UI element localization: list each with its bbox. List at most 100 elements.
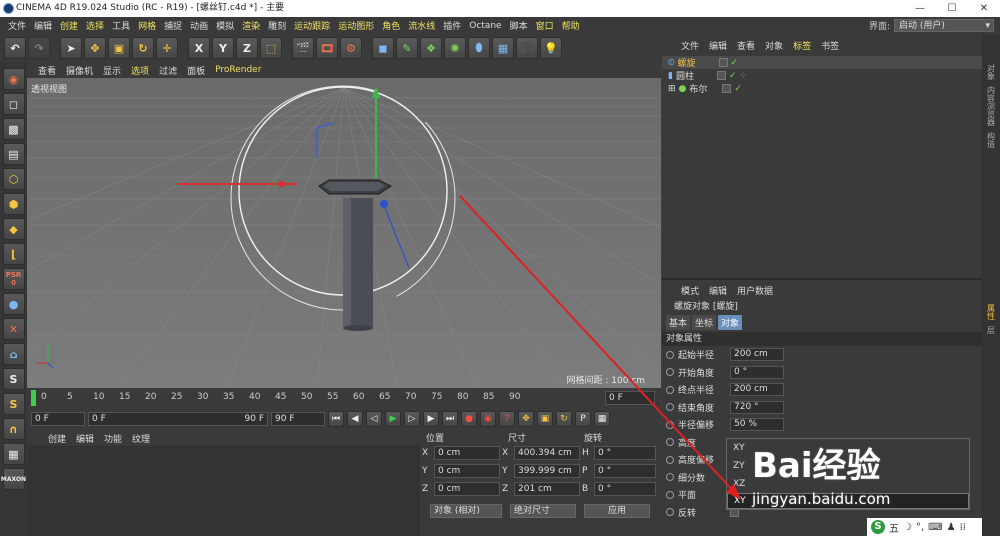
perspective-viewport[interactable]: 透视视图 网格间距 : 100 cm — [27, 78, 661, 388]
size-z-field[interactable]: 201 cm — [514, 482, 580, 496]
pla-key-icon[interactable]: ▦ — [594, 411, 610, 427]
soft-selection-icon[interactable]: ● — [2, 293, 25, 315]
menu-edit[interactable]: 编辑 — [30, 19, 56, 32]
keyframe-radio[interactable] — [666, 385, 674, 394]
light-icon[interactable]: 💡 — [540, 37, 562, 59]
obj-menu-file[interactable]: 文件 — [676, 39, 704, 52]
menu-tools[interactable]: 工具 — [108, 19, 134, 32]
enabled-check-icon[interactable]: ✓ — [729, 71, 737, 81]
menu-pipeline[interactable]: 流水线 — [404, 19, 439, 32]
prev-frame-icon[interactable]: ◁ — [366, 411, 382, 427]
side-tab-content-browser[interactable]: 内容浏览器 — [986, 86, 997, 126]
end-frame-field[interactable]: 90 F — [271, 412, 325, 426]
obj-menu-object[interactable]: 对象 — [760, 39, 788, 52]
menu-animate[interactable]: 动画 — [186, 19, 212, 32]
floor-icon[interactable]: ▦ — [492, 37, 514, 59]
next-frame-icon[interactable]: ▷ — [404, 411, 420, 427]
size-x-field[interactable]: 400.394 cm — [514, 446, 580, 460]
next-key-icon[interactable]: ▶ — [423, 411, 439, 427]
keyframe-radio[interactable] — [666, 455, 674, 464]
vp-menu-camera[interactable]: 摄像机 — [61, 64, 98, 77]
keyframe-radio[interactable] — [666, 403, 674, 412]
attr-menu-mode[interactable]: 模式 — [676, 284, 704, 297]
psr-icon[interactable]: PSR 0 — [2, 268, 25, 290]
mat-menu-function[interactable]: 功能 — [99, 432, 127, 445]
play-icon[interactable]: ▶ — [385, 411, 401, 427]
expand-icon[interactable]: ⊞ — [668, 84, 676, 94]
obj-menu-bookmarks[interactable]: 书签 — [816, 39, 844, 52]
maximize-button[interactable]: ☐ — [936, 0, 968, 17]
coordinate-system-icon[interactable]: ⬚ — [260, 37, 282, 59]
user-icon[interactable]: ♟ — [947, 522, 956, 533]
subdivision-icon[interactable]: ❖ — [420, 37, 442, 59]
start-frame-field[interactable]: 0 F — [31, 412, 85, 426]
keyframe-radio[interactable] — [666, 473, 674, 482]
sogou-icon[interactable]: S — [871, 520, 885, 534]
tag-icon[interactable]: ⁘ — [740, 71, 748, 81]
transform-icon[interactable]: ✛ — [156, 37, 178, 59]
prev-key-icon[interactable]: ◀ — [347, 411, 363, 427]
scale-icon[interactable]: ▣ — [108, 37, 130, 59]
visibility-toggle[interactable] — [722, 84, 732, 93]
punct-icon[interactable]: °, — [916, 522, 924, 533]
y-axis-icon[interactable]: Y — [212, 37, 234, 59]
frame-range-slider[interactable]: 0 F 90 F — [88, 412, 268, 426]
rotate-icon[interactable]: ↻ — [132, 37, 154, 59]
keyframe-radio[interactable] — [666, 490, 674, 499]
points-mode-icon[interactable]: ⬡ — [2, 168, 25, 190]
tab-coord[interactable]: 坐标 — [692, 314, 717, 330]
render-view-icon[interactable]: 🎬 — [292, 37, 314, 59]
keyframe-radio[interactable] — [666, 508, 674, 517]
visibility-toggle[interactable] — [718, 58, 728, 67]
camera-icon[interactable]: 🎥 — [516, 37, 538, 59]
array-icon[interactable]: ✺ — [444, 37, 466, 59]
solo-icon[interactable]: S — [2, 368, 25, 390]
menu-render[interactable]: 渲染 — [238, 19, 264, 32]
size-y-field[interactable]: 399.999 cm — [514, 464, 580, 478]
side-tab-structure[interactable]: 构造 — [986, 132, 997, 148]
side-tab-attributes[interactable]: 属性 — [986, 304, 997, 320]
cube-icon[interactable]: ◼ — [372, 37, 394, 59]
edges-mode-icon[interactable]: ⬢ — [2, 193, 25, 215]
current-frame-field[interactable]: 0 F — [605, 391, 655, 405]
keyframe-selection-icon[interactable]: ? — [499, 411, 515, 427]
grid-icon[interactable]: ▦ — [2, 443, 25, 465]
magnet-icon[interactable]: ∩ — [2, 418, 25, 440]
pen-spline-icon[interactable]: ✎ — [396, 37, 418, 59]
undo-icon[interactable]: ↶ — [4, 37, 26, 59]
menu-mograph[interactable]: 运动图形 — [334, 19, 378, 32]
x-axis-icon[interactable]: X — [188, 37, 210, 59]
menu-mesh[interactable]: 网格 — [134, 19, 160, 32]
keyframe-radio[interactable] — [666, 368, 674, 377]
keyframe-radio[interactable] — [666, 350, 674, 359]
record-icon[interactable]: ● — [461, 411, 477, 427]
enabled-check-icon[interactable]: ✓ — [731, 58, 739, 68]
attr-value-field[interactable]: 200 cm — [730, 348, 784, 362]
object-row-boole[interactable]: ⊞ ● 布尔 ✓ — [662, 82, 982, 96]
rot-p-field[interactable]: 0 ° — [594, 464, 656, 478]
menu-create[interactable]: 创建 — [56, 19, 82, 32]
autokey-icon[interactable]: ◉ — [480, 411, 496, 427]
move-icon[interactable]: ✥ — [84, 37, 106, 59]
enabled-check-icon[interactable]: ✓ — [734, 84, 742, 94]
apply-button[interactable]: 应用 — [584, 504, 650, 518]
s-icon[interactable]: S — [2, 393, 25, 415]
coord-mode-dropdown[interactable]: 对象 (相对) — [430, 504, 502, 518]
rot-h-field[interactable]: 0 ° — [594, 446, 656, 460]
menu-plugins[interactable]: 插件 — [439, 19, 465, 32]
vp-menu-filter[interactable]: 过滤 — [154, 64, 182, 77]
z-axis-icon[interactable]: Z — [236, 37, 258, 59]
deformer-icon[interactable]: ⬮ — [468, 37, 490, 59]
menu-snap[interactable]: 捕捉 — [160, 19, 186, 32]
side-tab-objects[interactable]: 对象 — [986, 64, 997, 80]
attr-value-field[interactable]: 720 ° — [730, 400, 784, 414]
visibility-toggle[interactable] — [716, 71, 726, 80]
mat-menu-create[interactable]: 创建 — [43, 432, 71, 445]
pos-z-field[interactable]: 0 cm — [434, 482, 500, 496]
obj-menu-edit[interactable]: 编辑 — [704, 39, 732, 52]
menu-grid-icon[interactable]: ⁞⁞ — [960, 522, 966, 533]
keyboard-icon[interactable]: ⌨ — [928, 522, 942, 533]
timeline-ruler[interactable]: 0 5 10 15 20 25 30 35 40 45 50 55 60 65 … — [27, 388, 661, 408]
close-button[interactable]: ✕ — [968, 0, 1000, 17]
attr-menu-userdata[interactable]: 用户数据 — [732, 284, 778, 297]
